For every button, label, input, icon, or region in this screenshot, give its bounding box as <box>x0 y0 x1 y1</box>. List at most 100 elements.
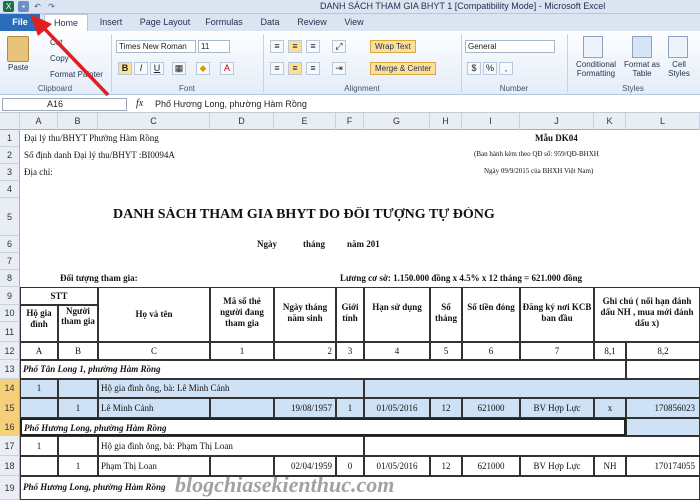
orientation-icon[interactable]: ⤢ <box>332 40 346 53</box>
index-cell[interactable]: 6 <box>462 342 520 360</box>
wrap-text-button[interactable]: Wrap Text <box>370 40 416 53</box>
column-header[interactable]: E <box>274 113 336 130</box>
sheet-cell[interactable]: 12 <box>430 456 462 476</box>
sheet-cell[interactable]: Lương cơ sở: 1.150.000 đồng x 4.5% x 12 … <box>340 273 582 283</box>
sheet-cell[interactable]: Địa chỉ: <box>24 167 53 177</box>
row-header[interactable]: 19 <box>0 476 20 500</box>
sheet-cell[interactable]: 621000 <box>462 456 520 476</box>
tab-data[interactable]: Data <box>252 14 288 31</box>
sheet-cell[interactable]: 1 <box>20 379 58 398</box>
formula-input[interactable]: Phố Hương Long, phường Hàm Rồng <box>155 98 695 111</box>
sheet-cell[interactable]: Ngày 09/9/2015 của BHXH Việt Nam) <box>484 167 593 175</box>
merge-center-button[interactable]: Merge & Center <box>370 62 437 75</box>
font-size-select[interactable]: 11 <box>198 40 230 53</box>
percent-icon[interactable]: % <box>483 62 497 75</box>
header-cell[interactable]: STT <box>20 287 98 305</box>
index-cell[interactable]: C <box>98 342 210 360</box>
sheet-cell[interactable]: BV Hợp Lực <box>520 398 594 418</box>
tab-page-layout[interactable]: Page Layout <box>134 14 196 31</box>
row-header[interactable]: 2 <box>0 147 20 164</box>
tab-review[interactable]: Review <box>290 14 334 31</box>
index-cell[interactable]: 1 <box>210 342 274 360</box>
align-middle-icon[interactable]: ≡ <box>288 40 302 53</box>
sheet-cell[interactable]: x <box>594 398 626 418</box>
index-cell[interactable]: A <box>20 342 58 360</box>
currency-icon[interactable]: $ <box>467 62 481 75</box>
conditional-formatting-button[interactable]: Conditional Formatting <box>571 60 621 78</box>
index-cell[interactable]: 7 <box>520 342 594 360</box>
sheet-cell[interactable]: 12 <box>430 398 462 418</box>
row-header[interactable]: 10 <box>0 305 20 322</box>
row-header[interactable]: 12 <box>0 342 20 360</box>
header-cell[interactable]: Hạn sử dụng <box>364 287 430 342</box>
align-left-icon[interactable]: ≡ <box>270 62 284 75</box>
sheet-cell[interactable]: 1 <box>58 398 98 418</box>
sheet-cell[interactable]: 1 <box>336 398 364 418</box>
sheet-cell[interactable]: 170856023 <box>626 398 700 418</box>
fill-color-icon[interactable]: ◆ <box>196 62 210 75</box>
sheet-cell[interactable]: BV Hợp Lực <box>520 456 594 476</box>
sheet-cell[interactable]: (Ban hành kèm theo QĐ số: 959/QĐ-BHXH <box>474 150 599 158</box>
household-cell[interactable]: Hộ gia đình ông, bà: Lê Minh Cảnh <box>98 379 364 398</box>
sheet-cell[interactable]: 170174055 <box>626 456 700 476</box>
header-cell[interactable]: Mã số thẻ người đang tham gia <box>210 287 274 342</box>
row-header[interactable]: 15 <box>0 398 20 418</box>
align-bottom-icon[interactable]: ≡ <box>306 40 320 53</box>
tab-view[interactable]: View <box>336 14 372 31</box>
row-header[interactable]: 13 <box>0 360 20 379</box>
sheet-cell[interactable] <box>364 436 700 456</box>
sheet-cell[interactable] <box>20 456 58 476</box>
index-cell[interactable]: 5 <box>430 342 462 360</box>
sheet-cell[interactable] <box>20 398 58 418</box>
row-header[interactable]: 9 <box>0 287 20 305</box>
row-header[interactable]: 5 <box>0 198 20 236</box>
sheet-cell[interactable]: Mẫu DK04 <box>535 133 578 143</box>
align-center-icon[interactable]: ≡ <box>288 62 302 75</box>
align-right-icon[interactable]: ≡ <box>306 62 320 75</box>
sheet-cell[interactable]: 19/08/1957 <box>274 398 336 418</box>
sheet-cell[interactable] <box>364 379 700 398</box>
comma-icon[interactable]: , <box>499 62 513 75</box>
column-header[interactable]: G <box>364 113 430 130</box>
group-row[interactable]: Phố Tân Long 1, phường Hàm Rồng <box>20 360 626 379</box>
index-cell[interactable]: 8,1 <box>594 342 626 360</box>
header-cell[interactable]: Giới tính <box>336 287 364 342</box>
row-header[interactable]: 1 <box>0 130 20 147</box>
header-cell[interactable]: Số tháng <box>430 287 462 342</box>
sheet-cell[interactable]: Ngày <box>257 239 277 249</box>
sheet-cell[interactable]: 1 <box>58 456 98 476</box>
align-top-icon[interactable]: ≡ <box>270 40 284 53</box>
sheet-title[interactable]: DANH SÁCH THAM GIA BHYT DO ĐỐI TƯỢNG TỰ … <box>113 207 495 223</box>
sheet-cell[interactable]: năm 201 <box>347 239 380 249</box>
column-header[interactable]: I <box>462 113 520 130</box>
indent-icon[interactable]: ⇥ <box>332 62 346 75</box>
header-cell[interactable]: Người tham gia <box>58 305 98 342</box>
column-header[interactable]: H <box>430 113 462 130</box>
sheet-cell[interactable]: 1 <box>20 436 58 456</box>
underline-button[interactable]: U <box>150 62 164 75</box>
sheet-cell[interactable] <box>626 360 700 379</box>
format-as-table-icon[interactable] <box>632 36 652 58</box>
index-cell[interactable]: 3 <box>336 342 364 360</box>
row-header[interactable]: 4 <box>0 181 20 198</box>
row-header[interactable]: 14 <box>0 379 20 398</box>
header-cell[interactable]: Họ và tên <box>98 287 210 342</box>
column-header[interactable]: F <box>336 113 364 130</box>
sheet-cell[interactable]: 621000 <box>462 398 520 418</box>
sheet-cell[interactable] <box>626 418 700 436</box>
header-cell[interactable]: Đăng ký nơi KCB ban đầu <box>520 287 594 342</box>
column-header[interactable]: J <box>520 113 594 130</box>
column-header[interactable]: K <box>594 113 626 130</box>
header-cell[interactable]: Ghi chú ( nối hạn đánh dấu NH , mua mới … <box>594 287 700 342</box>
cell-styles-icon[interactable] <box>668 36 688 58</box>
sheet-cell[interactable] <box>58 379 98 398</box>
row-header[interactable]: 17 <box>0 436 20 456</box>
tab-formulas[interactable]: Formulas <box>198 14 250 31</box>
row-header[interactable]: 8 <box>0 270 20 287</box>
column-header[interactable]: D <box>210 113 274 130</box>
sheet-cell[interactable]: tháng <box>303 239 325 249</box>
household-cell[interactable]: Hộ gia đình ông, bà: Phạm Thị Loan <box>98 436 364 456</box>
font-color-icon[interactable]: A <box>220 62 234 75</box>
index-cell[interactable]: 4 <box>364 342 430 360</box>
sheet-cell[interactable] <box>58 436 98 456</box>
